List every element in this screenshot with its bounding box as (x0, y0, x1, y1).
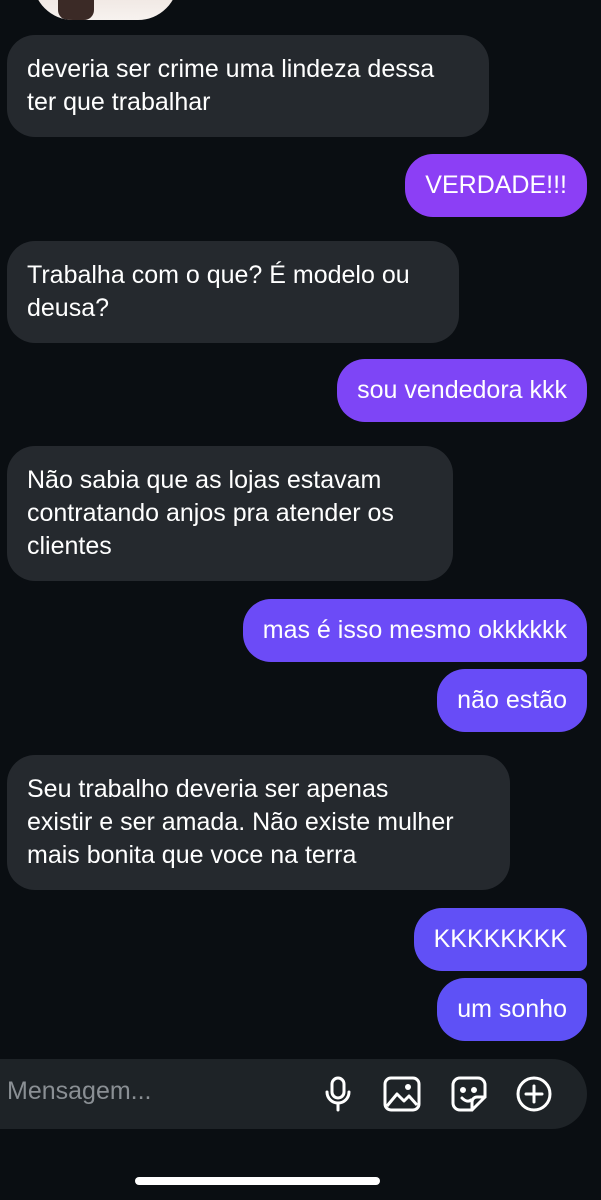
message-outgoing[interactable]: não estão (437, 669, 587, 732)
microphone-icon[interactable] (319, 1075, 357, 1113)
message-outgoing[interactable]: KKKKKKKK (413, 908, 587, 971)
message-incoming[interactable]: Trabalha com o que? É modelo ou deusa? (7, 241, 459, 343)
message-outgoing[interactable]: um sonho (437, 978, 587, 1041)
home-indicator[interactable] (135, 1177, 380, 1185)
plus-circle-icon[interactable] (515, 1075, 553, 1113)
message-outgoing[interactable]: mas é isso mesmo okkkkkk (242, 599, 587, 662)
message-input[interactable]: Mensagem... (7, 1077, 152, 1106)
message-outgoing[interactable]: VERDADE!!! (405, 154, 587, 217)
message-incoming[interactable]: Seu trabalho deveria ser apenas existir … (7, 755, 510, 890)
message-incoming[interactable]: Não sabia que as lojas estavam contratan… (7, 446, 453, 581)
sticker-icon[interactable] (450, 1075, 488, 1113)
message-incoming[interactable]: deveria ser crime uma lindeza dessa ter … (7, 35, 489, 137)
avatar[interactable] (33, 0, 178, 20)
avatar-photo (58, 0, 94, 20)
message-composer: Mensagem... (0, 1059, 587, 1129)
image-icon[interactable] (383, 1075, 421, 1113)
message-outgoing[interactable]: sou vendedora kkk (337, 359, 587, 422)
